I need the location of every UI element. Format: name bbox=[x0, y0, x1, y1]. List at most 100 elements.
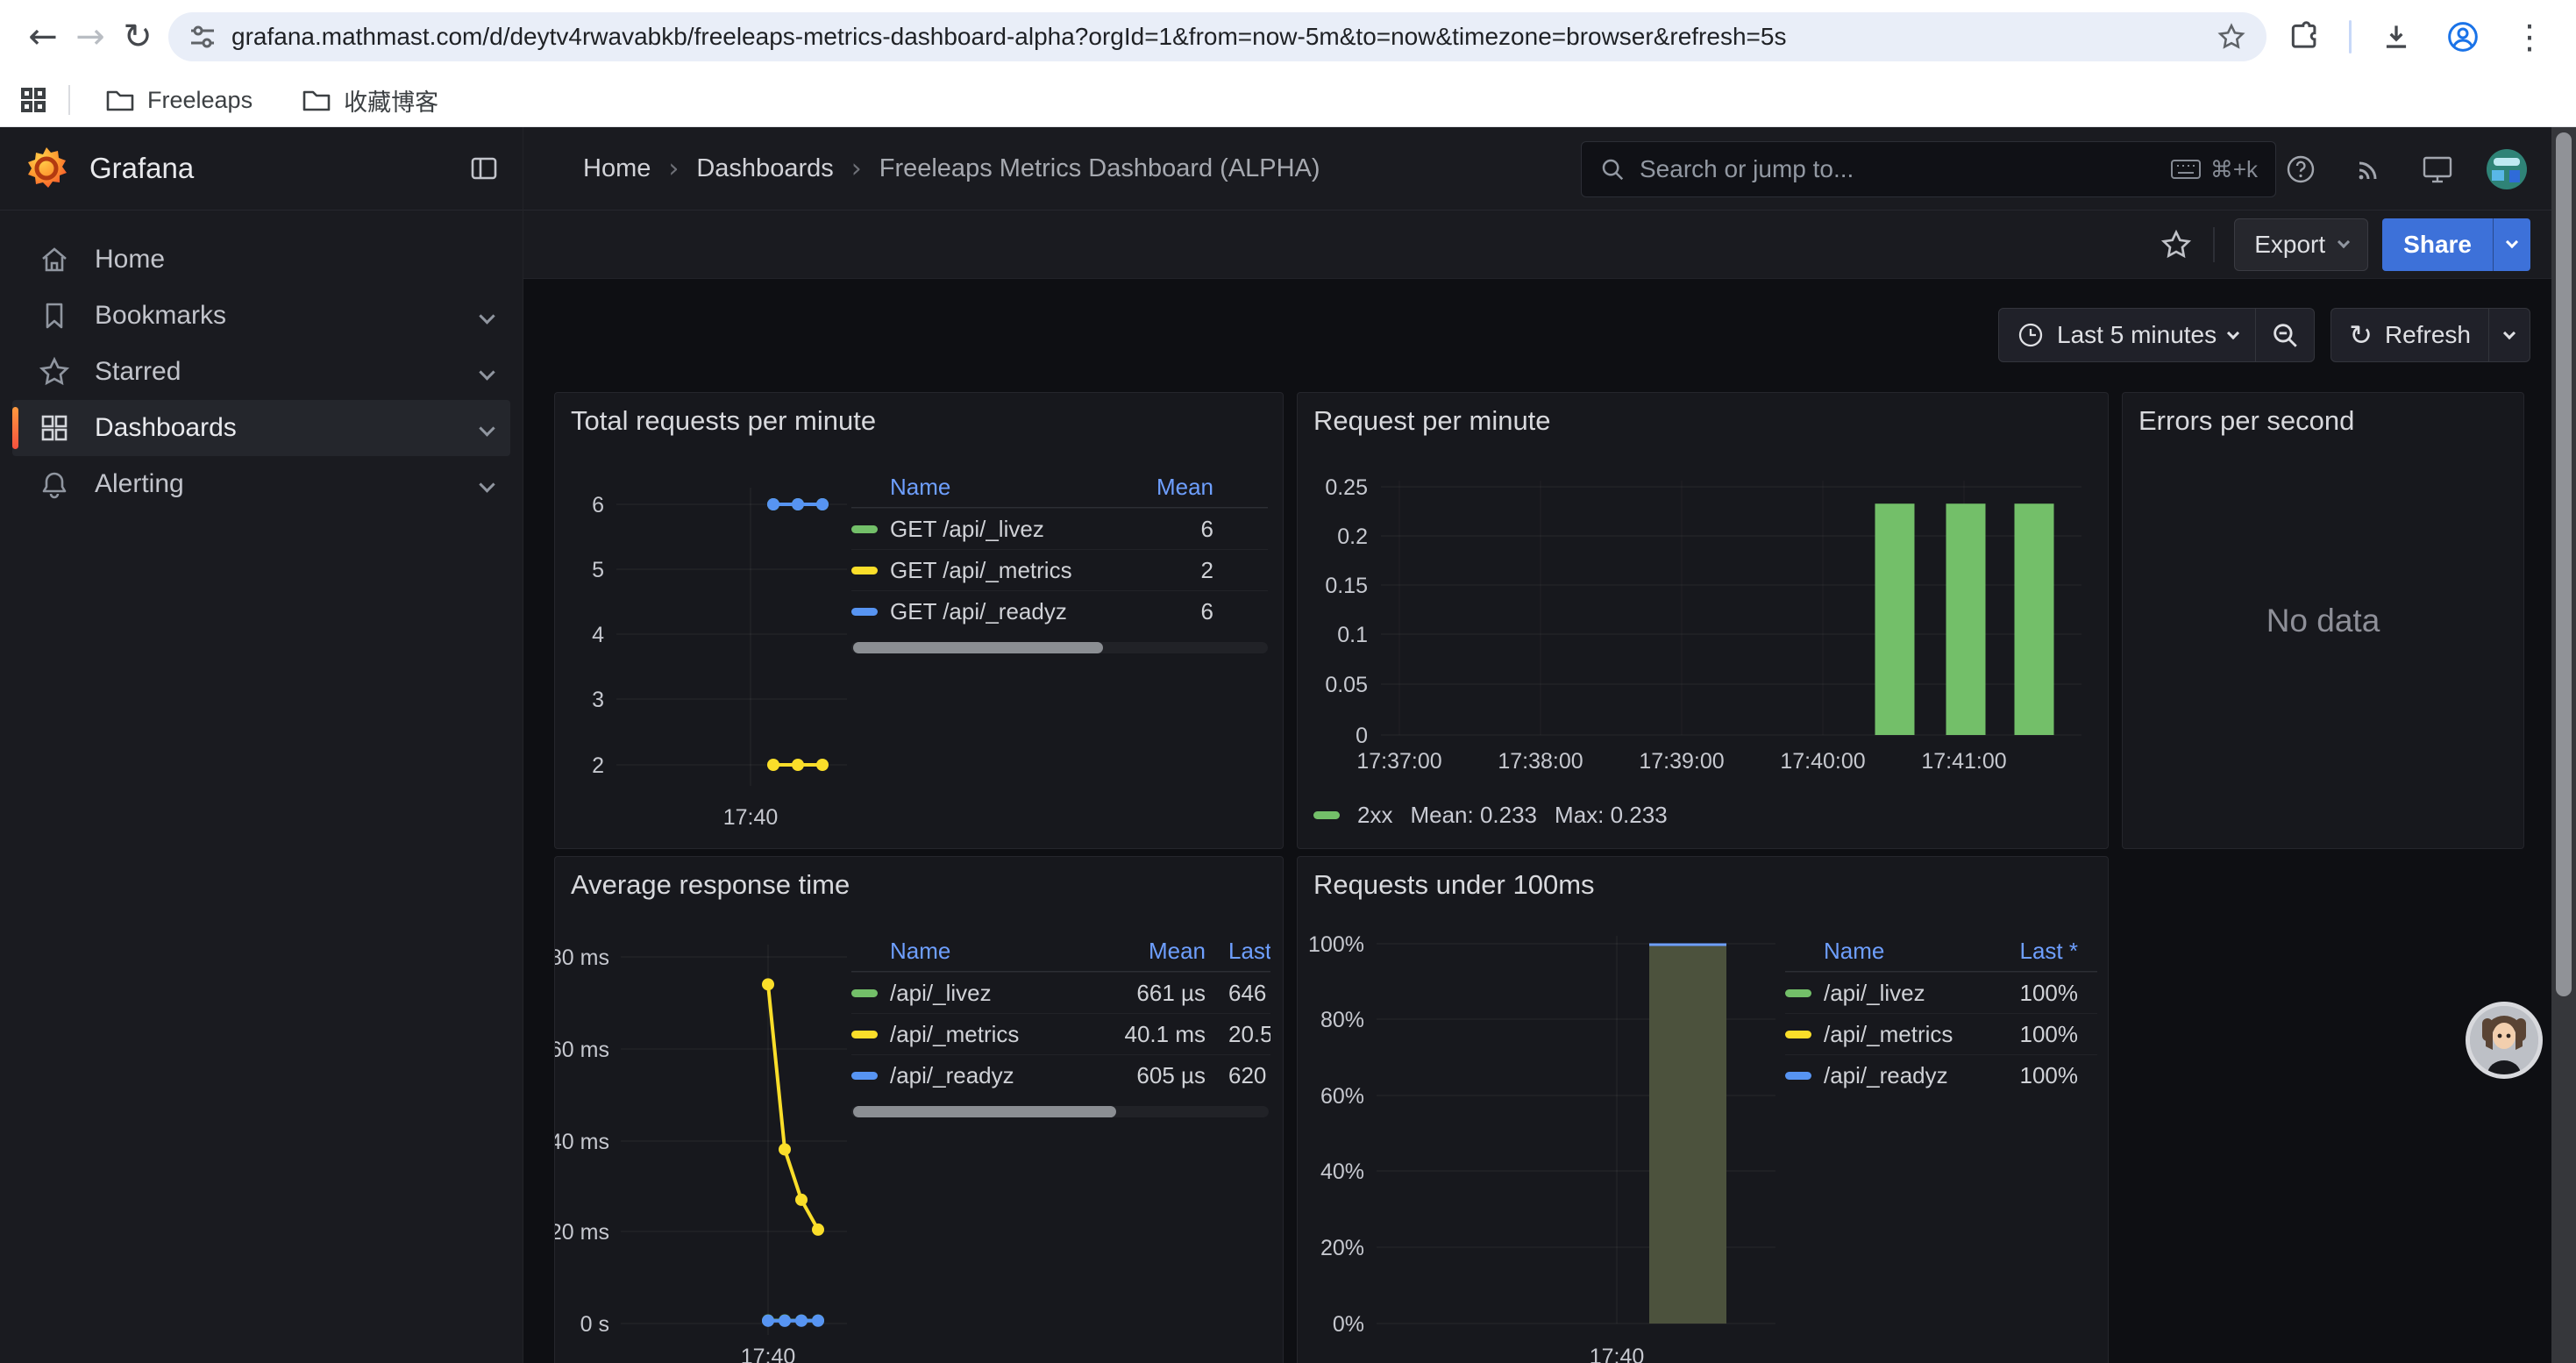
share-button-group: Share bbox=[2382, 218, 2530, 271]
assistant-avatar[interactable] bbox=[2466, 1002, 2543, 1079]
legend-pill-cell bbox=[1785, 1072, 1824, 1080]
share-dropdown-button[interactable] bbox=[2493, 218, 2530, 271]
browser-chrome: ← → ↻ bbox=[0, 0, 2576, 127]
legend-scrollbar-thumb[interactable] bbox=[853, 642, 1103, 653]
zoom-out-button[interactable] bbox=[2256, 309, 2314, 361]
site-settings-icon[interactable] bbox=[188, 22, 217, 52]
legend-col-header[interactable]: Mean bbox=[1100, 938, 1206, 965]
legend-series-name[interactable]: /api/_metrics bbox=[1824, 1021, 1973, 1048]
legend-header-row: NameMeanLast * bbox=[851, 931, 1270, 972]
legend-pill bbox=[1785, 989, 1811, 997]
svg-text:0.1: 0.1 bbox=[1337, 623, 1368, 647]
legend-pill-cell bbox=[851, 989, 890, 997]
chevron-down-icon[interactable] bbox=[479, 420, 495, 436]
svg-text:17:38:00: 17:38:00 bbox=[1498, 749, 1583, 774]
chevron-down-icon[interactable] bbox=[479, 476, 495, 492]
panel-total-requests: Total requests per minute 6543217:40 Nam… bbox=[554, 392, 1284, 849]
share-button[interactable]: Share bbox=[2382, 218, 2493, 271]
sidebar-item-alerting[interactable]: Alerting bbox=[0, 456, 523, 512]
legend-row: /api/_readyz100% bbox=[1785, 1054, 2097, 1095]
back-button[interactable]: ← bbox=[19, 13, 67, 61]
reload-button[interactable]: ↻ bbox=[114, 13, 161, 61]
panel-title[interactable]: Request per minute bbox=[1313, 405, 1551, 437]
legend-col-name[interactable]: Name bbox=[890, 938, 1100, 965]
search-input[interactable] bbox=[1640, 155, 2170, 183]
sidebar-item-home[interactable]: Home bbox=[0, 232, 523, 288]
legend-value: 646 bbox=[1206, 980, 1270, 1007]
forward-button[interactable]: → bbox=[67, 13, 114, 61]
chevron-down-icon[interactable] bbox=[479, 308, 495, 324]
page-scrollbar-thumb[interactable] bbox=[2556, 132, 2572, 996]
breadcrumb-dashboards[interactable]: Dashboards bbox=[696, 154, 833, 183]
legend-series-name[interactable]: 2xx bbox=[1357, 802, 1392, 829]
time-range-picker[interactable]: Last 5 minutes bbox=[1999, 309, 2255, 361]
favorite-star-icon[interactable] bbox=[2159, 227, 2194, 262]
legend-row: /api/_livez661 µs646 bbox=[851, 972, 1270, 1013]
legend-col-name[interactable]: Name bbox=[1824, 938, 1973, 965]
toolbar-divider bbox=[2213, 227, 2215, 262]
svg-text:0.25: 0.25 bbox=[1325, 475, 1368, 500]
panel-title[interactable]: Average response time bbox=[571, 869, 850, 901]
panel-title[interactable]: Total requests per minute bbox=[571, 405, 876, 437]
profile-icon[interactable] bbox=[2441, 13, 2485, 61]
svg-text:17:40:00: 17:40:00 bbox=[1780, 749, 1865, 774]
help-icon[interactable] bbox=[2281, 150, 2320, 189]
legend-table: NameLast */api/_livez100% /api/_metrics10… bbox=[1785, 931, 2097, 1095]
url-input[interactable] bbox=[231, 23, 2216, 51]
legend-col-header[interactable]: Last * bbox=[1973, 938, 2078, 965]
time-controls: Last 5 minutes ↻ Refres bbox=[1998, 308, 2530, 362]
collapse-sidebar-icon[interactable] bbox=[468, 153, 500, 184]
no-data-message: No data bbox=[2123, 393, 2523, 848]
export-button[interactable]: Export bbox=[2234, 218, 2368, 271]
breadcrumb-home[interactable]: Home bbox=[583, 154, 651, 183]
address-bar[interactable] bbox=[168, 12, 2266, 61]
extensions-icon[interactable] bbox=[2282, 13, 2326, 61]
bookmark-star-icon[interactable] bbox=[2216, 21, 2247, 53]
legend-row: /api/_metrics100% bbox=[1785, 1013, 2097, 1054]
browser-menu-icon[interactable]: ⋮ bbox=[2508, 13, 2551, 61]
bookmark-folder-freeleaps[interactable]: Freeleaps bbox=[91, 80, 267, 121]
panel-title[interactable]: Errors per second bbox=[2138, 405, 2354, 437]
apps-grid-icon[interactable] bbox=[19, 86, 47, 114]
legend-scrollbar bbox=[851, 1106, 1269, 1117]
search-bar[interactable]: ⌘+k bbox=[1581, 141, 2276, 197]
legend-value: 40.1 ms bbox=[1100, 1021, 1206, 1048]
grafana-logo[interactable] bbox=[23, 145, 70, 192]
legend-series-name[interactable]: /api/_readyz bbox=[1824, 1062, 1973, 1089]
legend-pill bbox=[851, 1072, 878, 1080]
legend-row: GET /api/_readyz6 bbox=[851, 590, 1268, 632]
legend-col-name[interactable]: Name bbox=[890, 474, 1111, 501]
legend-series-name[interactable]: /api/_readyz bbox=[890, 1062, 1100, 1089]
panel-title[interactable]: Requests under 100ms bbox=[1313, 869, 1595, 901]
toolbar-divider bbox=[2349, 20, 2352, 54]
bar-chart: 0.250.20.150.10.05017:37:0017:38:0017:39… bbox=[1298, 393, 2109, 849]
legend-series-name[interactable]: GET /api/_metrics bbox=[890, 557, 1111, 584]
refresh-button[interactable]: ↻ Refresh bbox=[2331, 309, 2488, 361]
monitor-kiosk-icon[interactable] bbox=[2418, 150, 2457, 189]
svg-text:0.2: 0.2 bbox=[1337, 525, 1368, 549]
svg-text:5: 5 bbox=[592, 558, 604, 582]
svg-text:20%: 20% bbox=[1320, 1236, 1364, 1260]
svg-text:60%: 60% bbox=[1320, 1084, 1364, 1109]
legend-series-name[interactable]: GET /api/_readyz bbox=[890, 598, 1111, 625]
chevron-down-icon[interactable] bbox=[479, 364, 495, 380]
legend-scrollbar-thumb[interactable] bbox=[853, 1106, 1116, 1117]
legend-value: 100% bbox=[1973, 980, 2078, 1007]
refresh-interval-dropdown[interactable] bbox=[2489, 309, 2530, 361]
user-avatar[interactable] bbox=[2487, 149, 2527, 189]
legend-series-name[interactable]: /api/_metrics bbox=[890, 1021, 1100, 1048]
legend-inline[interactable]: 2xxMean: 0.233Max: 0.233 bbox=[1313, 802, 1668, 829]
sidebar-item-dashboards[interactable]: Dashboards bbox=[12, 400, 510, 456]
legend-pill bbox=[851, 1031, 878, 1038]
legend-series-name[interactable]: /api/_livez bbox=[890, 980, 1100, 1007]
news-rss-icon[interactable] bbox=[2350, 150, 2388, 189]
bookmark-folder-blogs[interactable]: 收藏博客 bbox=[288, 76, 452, 125]
downloads-icon[interactable] bbox=[2374, 13, 2418, 61]
legend-col-header[interactable]: Mean bbox=[1111, 474, 1213, 501]
legend-series-name[interactable]: /api/_livez bbox=[1824, 980, 1973, 1007]
svg-text:17:40: 17:40 bbox=[741, 1345, 796, 1363]
sidebar-item-starred[interactable]: Starred bbox=[0, 344, 523, 400]
sidebar-item-bookmarks[interactable]: Bookmarks bbox=[0, 288, 523, 344]
legend-series-name[interactable]: GET /api/_livez bbox=[890, 516, 1111, 543]
legend-col-header[interactable]: Last * bbox=[1206, 938, 1270, 965]
